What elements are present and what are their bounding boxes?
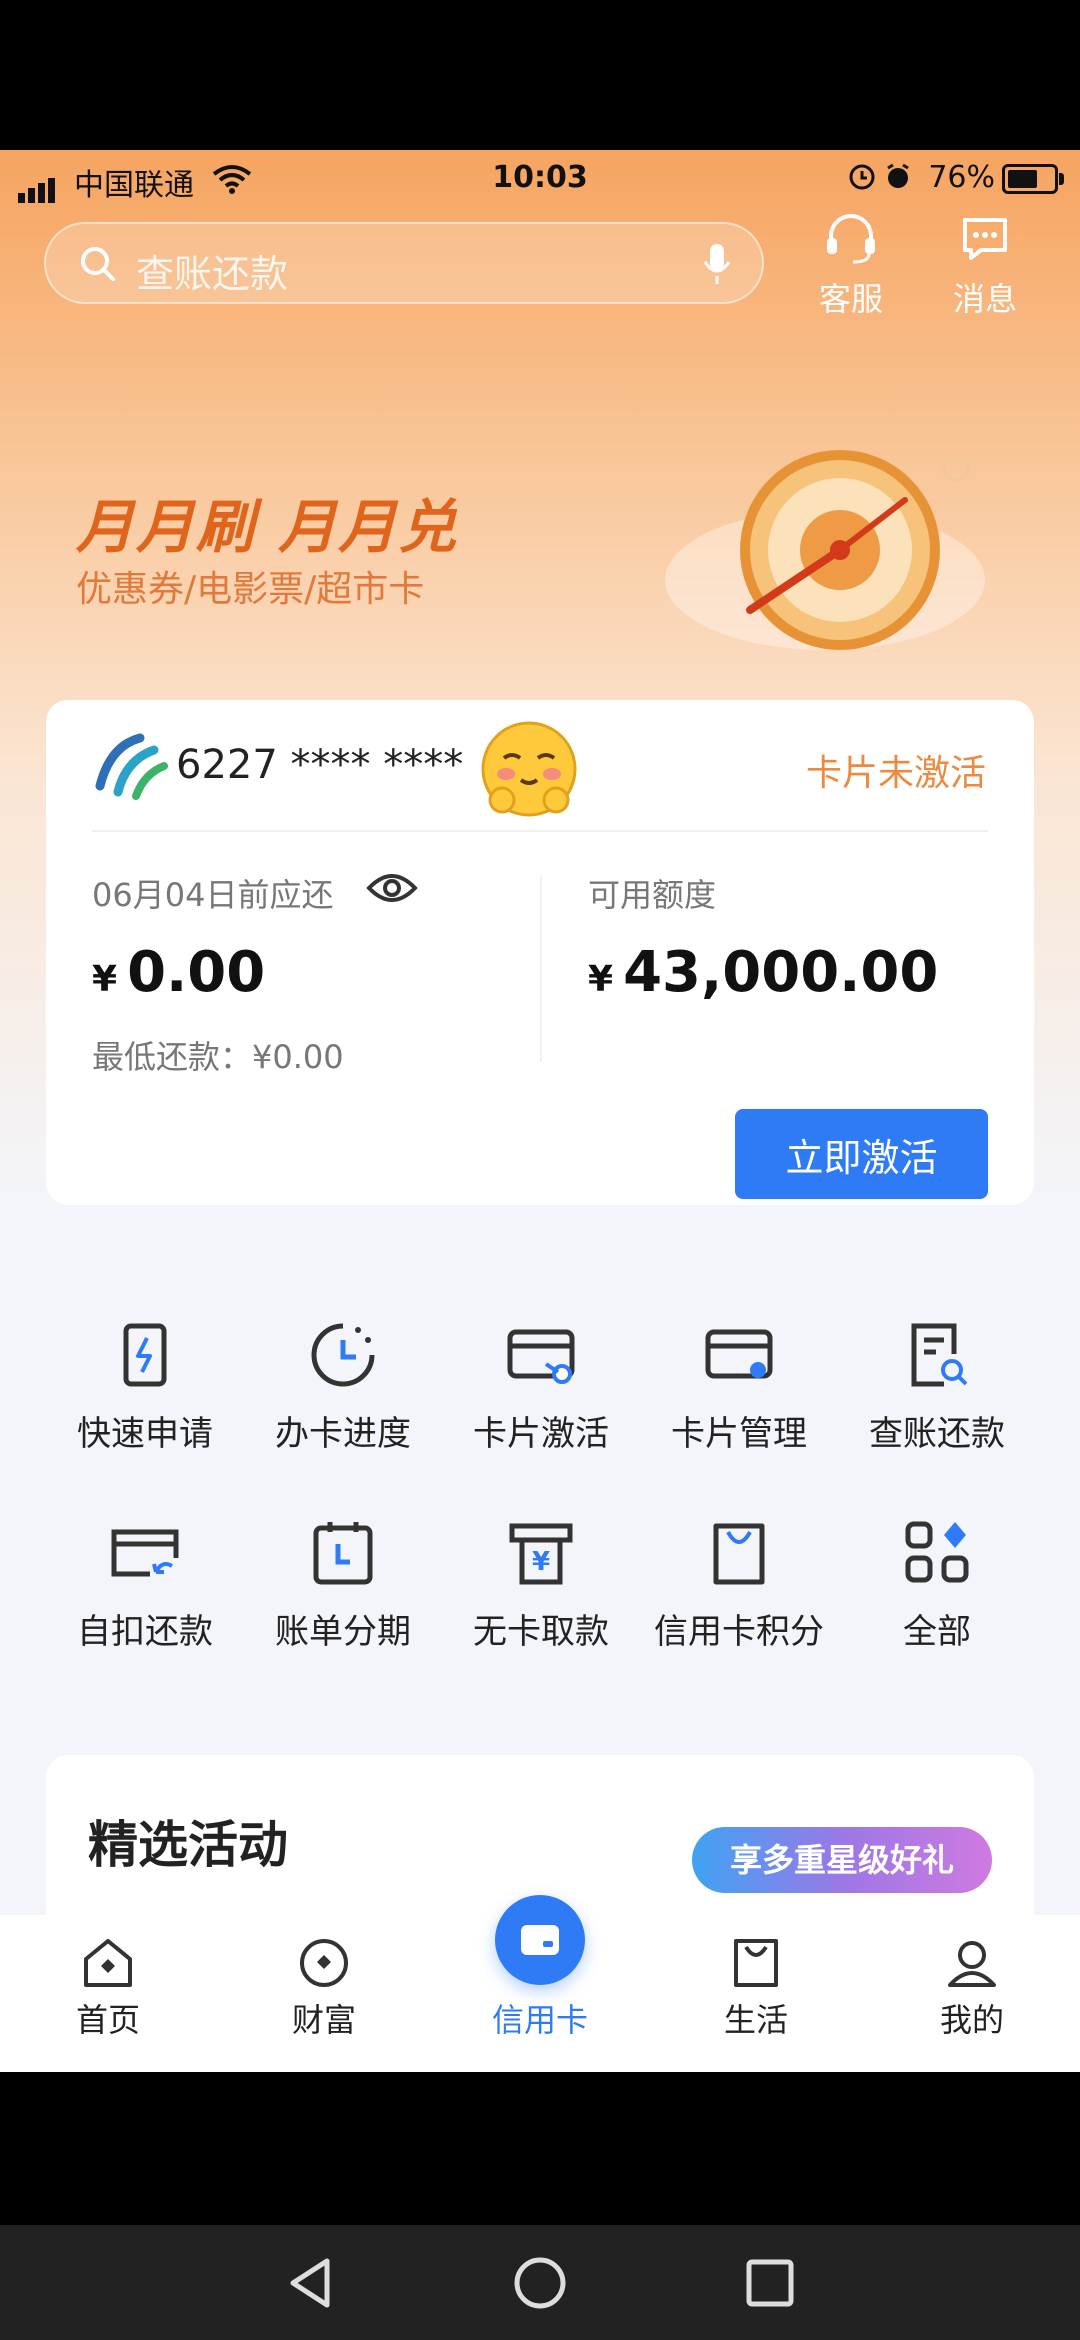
shy-emoji-icon [481, 721, 577, 817]
wealth-icon [300, 1939, 348, 1987]
customer-service-label: 客服 [818, 280, 883, 318]
points-bag-icon [713, 1523, 765, 1585]
headset-icon [827, 214, 875, 264]
shortcut-label: 无卡取款 [473, 1612, 609, 1652]
tab-profile[interactable]: 我的 [902, 1925, 1042, 2041]
customer-service-button[interactable]: 客服 [796, 214, 906, 320]
tab-home[interactable]: 首页 [38, 1925, 178, 2041]
minimum-payment: 最低还款：¥0.00 [92, 1038, 344, 1076]
shortcut-card-activation[interactable]: 卡片激活 [442, 1320, 640, 1455]
activate-now-button[interactable]: 立即激活 [735, 1109, 988, 1199]
shortcut-cardless-withdraw[interactable]: ¥ 无卡取款 [442, 1518, 640, 1653]
shortcut-label: 信用卡积分 [654, 1612, 824, 1652]
auto-repay-icon [111, 1529, 179, 1577]
shortcut-credit-points[interactable]: 信用卡积分 [640, 1518, 838, 1653]
installment-icon [313, 1522, 373, 1585]
shortcut-label: 全部 [903, 1612, 971, 1652]
shortcut-application-progress[interactable]: 办卡进度 [244, 1320, 442, 1455]
card-vertical-divider [540, 876, 542, 1062]
shortcut-card-management[interactable]: 卡片管理 [640, 1320, 838, 1455]
credit-card-panel[interactable]: 6227 **** **** 卡片未激活 06月04日前应还 ¥0.00 最低还… [46, 700, 1034, 1205]
shortcut-all[interactable]: 全部 [838, 1518, 1036, 1653]
back-icon[interactable] [285, 2255, 335, 2311]
card-divider [92, 830, 988, 832]
card-activate-icon [507, 1329, 575, 1384]
clock: 10:03 [492, 160, 588, 195]
search-bar[interactable]: 查账还款 [44, 222, 764, 304]
tab-life[interactable]: 生活 [686, 1925, 826, 2041]
battery-icon [1002, 164, 1064, 194]
shortcut-auto-repay[interactable]: 自扣还款 [46, 1518, 244, 1653]
app-screen: 中国联通 10:03 76% 查账还款 客服 消息 月月刷 月月兑 优惠券/电影… [0, 150, 1080, 2072]
available-limit-label: 可用额度 [588, 876, 717, 914]
status-bar: 中国联通 10:03 76% [0, 150, 1080, 208]
system-navigation-bar [0, 2225, 1080, 2340]
shortcut-label: 卡片管理 [671, 1414, 807, 1454]
available-limit: ¥43,000.00 [588, 940, 938, 1005]
due-date-label: 06月04日前应还 [92, 876, 334, 914]
card-number: 6227 **** **** [176, 742, 464, 788]
profile-icon [948, 1941, 996, 1987]
messages-label: 消息 [952, 280, 1017, 318]
shortcut-label: 快速申请 [77, 1414, 213, 1454]
battery-percent: 76% [928, 160, 995, 195]
compass-watch-illustration [665, 450, 985, 650]
credit-card-tab-fab[interactable] [495, 1895, 585, 1985]
due-currency: ¥ [92, 959, 118, 1000]
svg-text:¥: ¥ [532, 1547, 550, 1577]
credit-card-icon [521, 1925, 559, 1955]
life-bag-icon [734, 1939, 778, 1987]
banner-subtitle[interactable]: 优惠券/电影票/超市卡 [76, 560, 424, 612]
shortcut-label: 账单分期 [275, 1612, 411, 1652]
tab-label: 首页 [75, 2001, 140, 2039]
card-manage-icon [705, 1329, 773, 1379]
search-input[interactable]: 查账还款 [136, 243, 288, 298]
featured-title: 精选活动 [88, 1816, 288, 1874]
all-apps-icon [905, 1521, 969, 1583]
bank-logo-icon [95, 733, 168, 800]
tab-wealth[interactable]: 财富 [254, 1925, 394, 2041]
search-icon [81, 247, 115, 281]
tab-label: 生活 [723, 2001, 788, 2039]
due-amount: ¥0.00 [92, 940, 265, 1005]
tab-label: 我的 [939, 2001, 1004, 2039]
progress-clock-icon [311, 1323, 375, 1387]
messages-button[interactable]: 消息 [930, 214, 1040, 320]
shortcut-label: 查账还款 [869, 1414, 1005, 1454]
home-circle-icon[interactable] [512, 2255, 568, 2311]
shortcut-quick-apply[interactable]: 快速申请 [46, 1320, 244, 1455]
tab-label: 财富 [291, 2001, 356, 2039]
cardless-withdraw-icon: ¥ [509, 1523, 573, 1585]
banner-title[interactable]: 月月刷 月月兑 [76, 480, 458, 564]
message-icon [963, 218, 1007, 260]
quick-apply-icon [123, 1323, 167, 1387]
featured-badge[interactable]: 享多重星级好礼 [692, 1827, 992, 1893]
limit-amount-value: 43,000.00 [623, 940, 939, 1005]
shortcut-label: 办卡进度 [275, 1414, 411, 1454]
card-status-badge: 卡片未激活 [805, 753, 986, 794]
shortcut-bill-repayment[interactable]: 查账还款 [838, 1320, 1036, 1455]
recents-square-icon[interactable] [744, 2255, 796, 2311]
shortcut-installment[interactable]: 账单分期 [244, 1518, 442, 1653]
tab-label: 信用卡 [491, 2001, 588, 2039]
shortcut-label: 自扣还款 [77, 1612, 213, 1652]
bill-search-icon [911, 1323, 968, 1387]
home-icon [84, 1939, 132, 1987]
alarm-icon [849, 163, 909, 190]
eye-icon[interactable] [366, 868, 418, 908]
microphone-icon[interactable] [702, 242, 732, 286]
limit-currency: ¥ [588, 959, 614, 1000]
shortcut-label: 卡片激活 [473, 1414, 609, 1454]
due-amount-value: 0.00 [127, 940, 266, 1005]
